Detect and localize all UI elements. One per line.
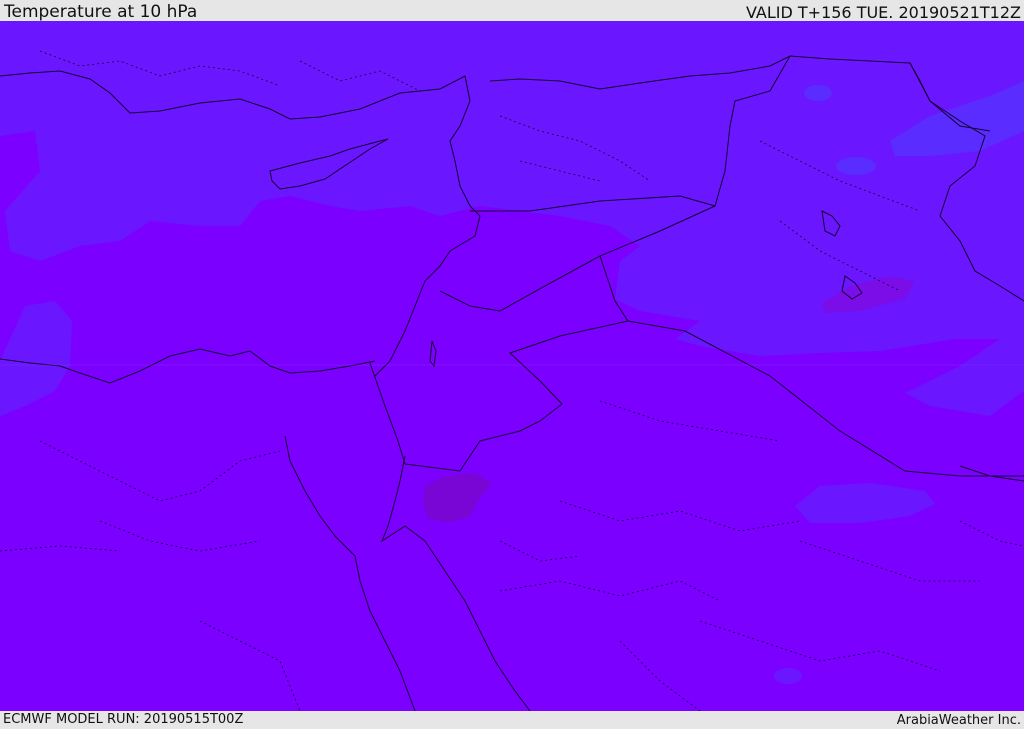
credit-label: ArabiaWeather Inc. [896,713,1021,728]
weather-map-frame: Temperature at 10 hPa VALID T+156 TUE. 2… [0,0,1024,729]
cool-blob-north [804,85,832,101]
valid-time-label: VALID T+156 TUE. 20190521T12Z [745,3,1021,22]
model-run-label: ECMWF MODEL RUN: 20190515T00Z [3,712,244,727]
map-footer: ECMWF MODEL RUN: 20190515T00Z ArabiaWeat… [0,711,1024,729]
cool-blob-south [774,668,802,684]
temperature-map [0,21,1024,711]
map-canvas [0,21,1024,711]
map-title: Temperature at 10 hPa [4,2,198,22]
cool-blob-east [836,157,876,175]
map-header: Temperature at 10 hPa VALID T+156 TUE. 2… [0,0,1024,22]
